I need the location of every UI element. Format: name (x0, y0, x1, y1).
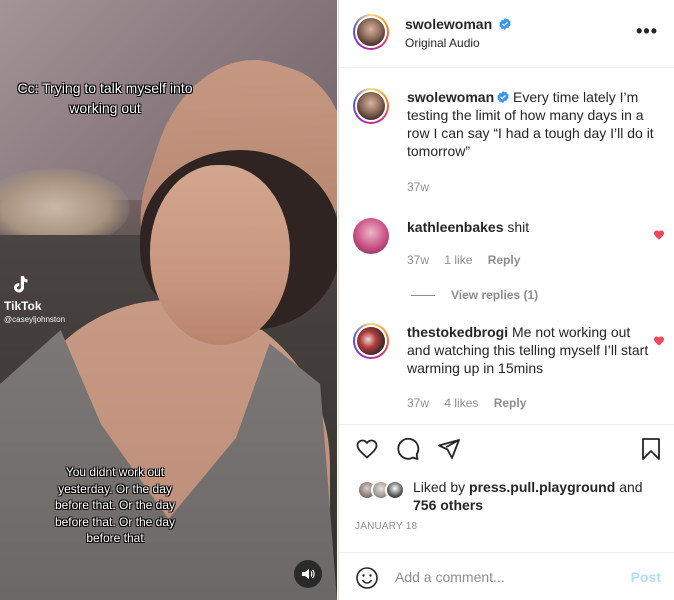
person-face (150, 165, 290, 345)
avatar[interactable] (353, 323, 389, 359)
liked-by-and: and (619, 479, 643, 495)
view-replies-button[interactable]: View replies (1) (411, 288, 538, 302)
caption-text: swolewoman Every time lately I’m testing… (407, 88, 657, 160)
comment-meta: 37w 4 likes Reply (407, 396, 538, 410)
comment-bubble-icon[interactable] (396, 437, 420, 461)
tiktok-logo-icon (12, 275, 65, 297)
video-caption-top: Cc: Trying to talk myself into working o… (17, 80, 193, 116)
heart-icon[interactable] (653, 229, 665, 241)
emoji-icon[interactable] (355, 566, 379, 590)
video-player[interactable]: Cc: Trying to talk myself into working o… (0, 0, 337, 600)
verified-icon (497, 91, 509, 103)
more-icon[interactable]: ••• (636, 22, 658, 40)
comment-input[interactable]: Add a comment... (395, 569, 505, 585)
liked-by-text: Liked by press.pull.playground and 756 o… (413, 478, 665, 514)
liker-avatar[interactable] (385, 480, 405, 500)
comment-age[interactable]: 37w (407, 396, 429, 410)
reply-button[interactable]: Reply (488, 253, 521, 267)
add-comment-bar: Add a comment... Post (339, 552, 674, 600)
tiktok-watermark: TikTok @caseyljohnston (4, 275, 65, 324)
header-username[interactable]: swolewoman (405, 16, 492, 32)
comment-text: kathleenbakes shit (407, 218, 657, 236)
header-username-row: swolewoman (405, 16, 511, 32)
tiktok-username: @caseyljohnston (4, 315, 66, 324)
avatar[interactable] (353, 88, 389, 124)
tiktok-brand: TikTok (4, 299, 42, 313)
heart-icon[interactable] (653, 335, 665, 347)
post-date[interactable]: JANUARY 18 (355, 521, 417, 532)
caption-username[interactable]: swolewoman (407, 89, 494, 105)
liked-by-user[interactable]: press.pull.playground (469, 479, 615, 495)
video-caption-bottom: You didnt work out yesterday. Or the day… (54, 465, 176, 545)
caption-meta: 37w (407, 180, 441, 194)
action-bar (339, 424, 674, 472)
sound-toggle-button[interactable] (294, 560, 322, 588)
caption-age[interactable]: 37w (407, 180, 429, 194)
comment-age[interactable]: 37w (407, 253, 429, 267)
comment-likes[interactable]: 4 likes (444, 396, 478, 410)
comment-body: shit (507, 219, 530, 235)
post-button[interactable]: Post (631, 569, 661, 585)
share-paper-plane-icon[interactable] (437, 437, 461, 461)
liked-by-others[interactable]: 756 others (413, 497, 483, 513)
reply-button[interactable]: Reply (494, 396, 527, 410)
verified-icon (499, 18, 511, 30)
liked-by-row: Liked by press.pull.playground and 756 o… (355, 476, 665, 516)
avatar[interactable] (353, 14, 389, 50)
like-heart-icon[interactable] (355, 437, 379, 461)
comment-likes[interactable]: 1 like (444, 253, 472, 267)
avatar[interactable] (353, 218, 389, 254)
comment-username[interactable]: kathleenbakes (407, 219, 504, 235)
speaker-icon (302, 569, 315, 579)
header-subtitle[interactable]: Original Audio (405, 36, 480, 50)
bookmark-icon[interactable] (639, 437, 663, 461)
post-panel: swolewoman Original Audio ••• swolewoman… (338, 0, 674, 600)
comment-username[interactable]: thestokedbrogi (407, 324, 508, 340)
comments-list: swolewoman Every time lately I’m testing… (339, 69, 674, 424)
comment-meta: 37w 1 like Reply (407, 253, 532, 267)
post-header: swolewoman Original Audio ••• (339, 0, 674, 68)
liked-by-prefix: Liked by (413, 479, 466, 495)
comment-text: thestokedbrogi Me not working out and wa… (407, 323, 657, 377)
